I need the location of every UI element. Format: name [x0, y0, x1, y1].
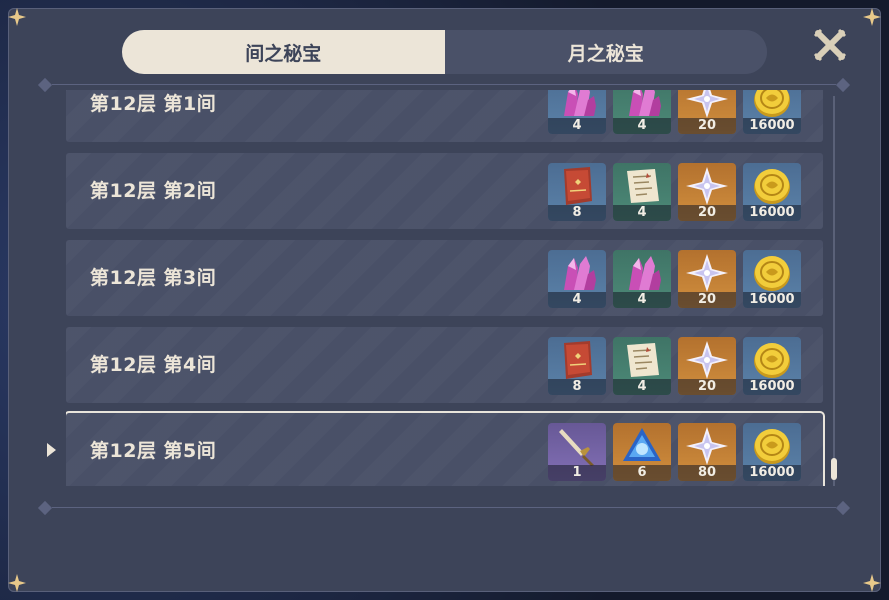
reward-qty: 16000	[743, 118, 801, 134]
mora-coin-icon	[754, 169, 790, 204]
chamber-row[interactable]: 第12层 第1间 4 4 20 16000	[66, 90, 823, 142]
red-book-icon	[564, 341, 592, 379]
reward-qty: 20	[678, 205, 736, 221]
crystal-chunk-icon	[629, 256, 661, 290]
reward-qty: 4	[548, 118, 606, 134]
primogem-icon	[686, 167, 728, 205]
reward-item[interactable]: 4	[613, 250, 671, 308]
top-divider	[37, 77, 851, 93]
reward-items: 4 4 20 16000	[548, 90, 801, 134]
chamber-row[interactable]: 第12层 第2间 8 4 20 16000	[66, 153, 823, 229]
reward-qty: 20	[678, 379, 736, 395]
blue-gem-icon	[623, 428, 661, 461]
mora-coin-icon	[754, 343, 790, 378]
reward-qty: 4	[613, 292, 671, 308]
chamber-title: 第12层 第2间	[90, 180, 217, 202]
reward-item[interactable]: 16000	[743, 337, 801, 395]
corner-ornament-icon	[863, 8, 881, 26]
primogem-icon	[686, 427, 728, 465]
reward-item[interactable]: 4	[613, 90, 671, 134]
reward-item[interactable]: 4	[613, 163, 671, 221]
reward-item[interactable]: 8	[548, 337, 606, 395]
reward-qty: 20	[678, 292, 736, 308]
scroll-note-icon	[627, 169, 659, 203]
primogem-icon	[686, 341, 728, 379]
reward-items: 4 4 20 16000	[548, 250, 801, 308]
reward-tabs: 间之秘宝 月之秘宝	[122, 30, 767, 74]
scroll-thumb[interactable]	[831, 458, 837, 480]
corner-ornament-icon	[863, 574, 881, 592]
chamber-row-selected[interactable]: 第12层 第5间 1 6 80 16000	[66, 413, 823, 486]
bottom-divider	[37, 500, 851, 516]
list-scrollbar[interactable]	[831, 96, 837, 486]
close-icon	[813, 28, 847, 62]
corner-ornament-icon	[8, 8, 26, 26]
selection-arrow-icon	[47, 443, 56, 457]
red-book-icon	[564, 167, 592, 205]
chamber-title: 第12层 第5间	[90, 440, 217, 462]
primogem-icon	[686, 90, 728, 118]
crystal-chunk-icon	[629, 90, 661, 116]
chamber-row[interactable]: 第12层 第3间 4 4 20 16000	[66, 240, 823, 316]
reward-items: 1 6 80 16000	[548, 423, 801, 481]
mora-coin-icon	[754, 90, 790, 117]
primogem-icon	[686, 254, 728, 292]
reward-item[interactable]: 20	[678, 90, 736, 134]
reward-item[interactable]: 4	[548, 250, 606, 308]
close-button[interactable]	[813, 28, 847, 62]
mora-coin-icon	[754, 256, 790, 291]
corner-ornament-icon	[8, 574, 26, 592]
reward-qty: 16000	[743, 292, 801, 308]
reward-qty: 4	[548, 292, 606, 308]
tab-moon-treasure[interactable]: 月之秘宝	[444, 30, 767, 74]
chamber-list[interactable]: 第12层 第1间 4 4 20 16000 第12层 第2间 8 4 20 16…	[66, 90, 826, 486]
reward-qty: 16000	[743, 379, 801, 395]
reward-item[interactable]: 20	[678, 337, 736, 395]
reward-qty: 4	[613, 118, 671, 134]
reward-item[interactable]: 16000	[743, 250, 801, 308]
reward-item[interactable]: 8	[548, 163, 606, 221]
reward-items: 8 4 20 16000	[548, 163, 801, 221]
reward-qty: 80	[678, 465, 736, 481]
reward-item[interactable]: 6	[613, 423, 671, 481]
reward-item[interactable]: 1	[548, 423, 606, 481]
reward-qty: 4	[613, 379, 671, 395]
dagger-icon	[559, 429, 594, 466]
crystal-chunk-icon	[564, 90, 596, 116]
reward-qty: 16000	[743, 205, 801, 221]
reward-qty: 8	[548, 205, 606, 221]
mora-coin-icon	[754, 429, 790, 464]
reward-item[interactable]: 4	[613, 337, 671, 395]
reward-item[interactable]: 80	[678, 423, 736, 481]
reward-item[interactable]: 16000	[743, 163, 801, 221]
chamber-title: 第12层 第4间	[90, 354, 217, 376]
reward-qty: 16000	[743, 465, 801, 481]
scroll-note-icon	[627, 343, 659, 377]
reward-item[interactable]: 4	[548, 90, 606, 134]
reward-item[interactable]: 20	[678, 250, 736, 308]
scroll-track	[833, 96, 835, 486]
reward-qty: 20	[678, 118, 736, 134]
tab-chamber-treasure[interactable]: 间之秘宝	[122, 30, 445, 74]
reward-item[interactable]: 16000	[743, 90, 801, 134]
reward-qty: 1	[548, 465, 606, 481]
reward-item[interactable]: 20	[678, 163, 736, 221]
reward-qty: 6	[613, 465, 671, 481]
crystal-chunk-icon	[564, 256, 596, 290]
chamber-title: 第12层 第1间	[90, 93, 217, 115]
reward-qty: 8	[548, 379, 606, 395]
chamber-row[interactable]: 第12层 第4间 8 4 20 16000	[66, 327, 823, 403]
reward-items: 8 4 20 16000	[548, 337, 801, 395]
reward-qty: 4	[613, 205, 671, 221]
reward-item[interactable]: 16000	[743, 423, 801, 481]
chamber-title: 第12层 第3间	[90, 267, 217, 289]
